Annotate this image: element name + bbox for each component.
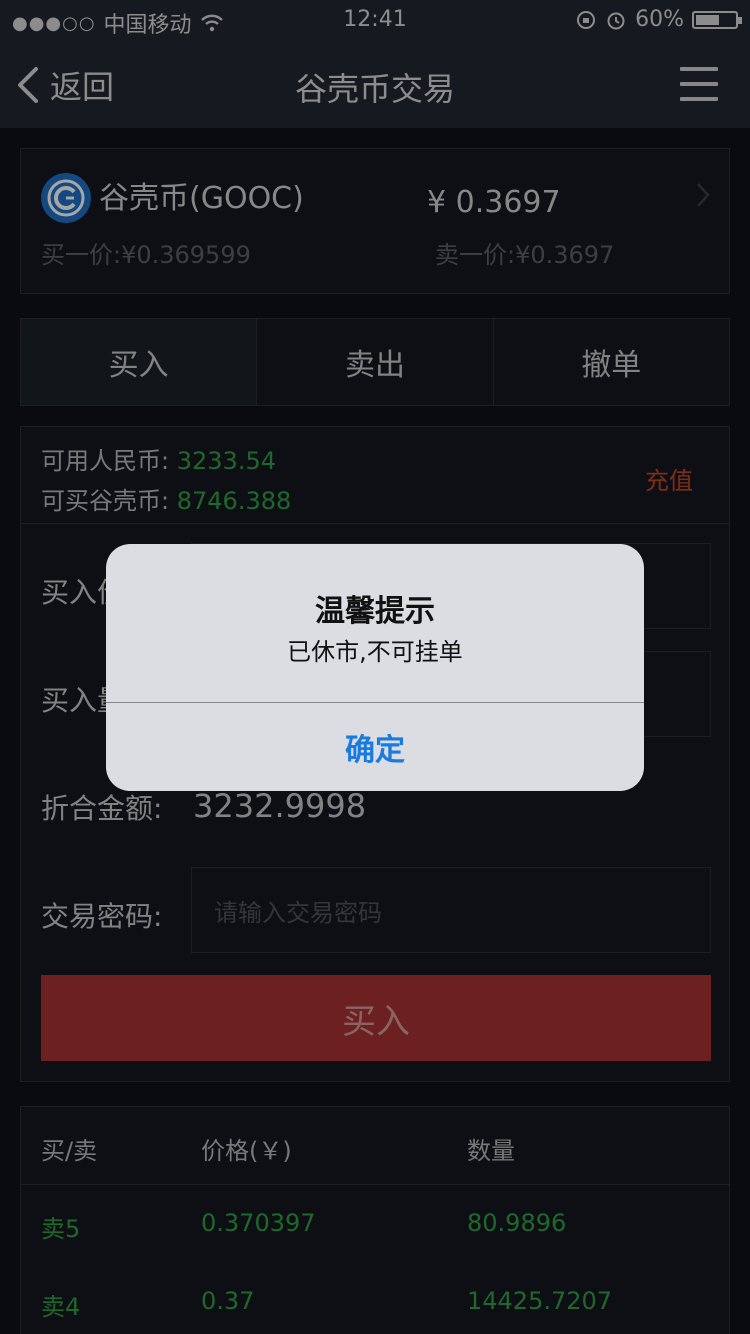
dialog-message: 已休市,不可挂单 bbox=[287, 638, 463, 666]
dialog-title: 温馨提示 bbox=[315, 594, 435, 629]
alert-dialog: 温馨提示 已休市,不可挂单 确定 bbox=[106, 544, 644, 791]
confirm-button[interactable]: 确定 bbox=[106, 703, 644, 791]
